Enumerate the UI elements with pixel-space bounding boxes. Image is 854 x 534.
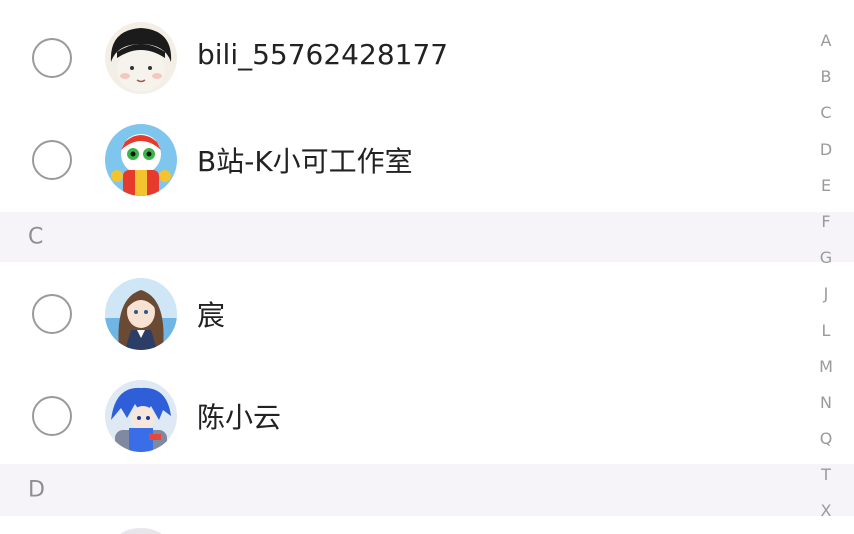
list-item[interactable]: 陈小云 [0,364,854,464]
select-radio[interactable] [32,140,72,180]
index-letter-f[interactable]: F [821,209,830,245]
section-letter: C [28,224,44,250]
list-item-partial[interactable] [0,516,854,534]
section-letter: D [28,477,45,503]
index-letter-a[interactable]: A [821,28,832,64]
contact-name: 陈小云 [197,401,282,434]
index-letter-j[interactable]: J [824,281,829,317]
anime-girl-avatar [105,278,177,350]
mascot-cartoon-avatar [105,124,177,196]
select-radio[interactable] [32,38,72,78]
contact-select-screen: bili_55762428177 B站-K小可工作室 C 宸 陈小云 D A B… [0,0,854,534]
index-letter-g[interactable]: G [820,245,832,281]
contact-name: bili_55762428177 [197,38,449,71]
index-letter-t[interactable]: T [821,462,831,498]
index-letter-x[interactable]: X [821,498,832,534]
index-letter-q[interactable]: Q [820,426,833,462]
contact-list: bili_55762428177 B站-K小可工作室 C 宸 陈小云 D [0,0,854,516]
index-letter-c[interactable]: C [820,100,831,136]
index-letter-e[interactable]: E [821,173,831,209]
index-letter-d[interactable]: D [820,137,832,173]
index-letter-m[interactable]: M [819,354,833,390]
index-letter-n[interactable]: N [820,390,832,426]
select-radio[interactable] [32,294,72,334]
index-letter-b[interactable]: B [821,64,832,100]
contact-name: 宸 [197,299,226,332]
contact-name: B站-K小可工作室 [197,145,413,178]
section-header-c: C [0,212,854,262]
blue-hair-anime-avatar [105,380,177,452]
boy-cartoon-avatar [105,22,177,94]
index-letter-l[interactable]: L [822,318,831,354]
list-item[interactable]: bili_55762428177 [0,0,854,108]
select-radio[interactable] [32,396,72,436]
alphabet-index-bar[interactable]: A B C D E F G J L M N Q T X [816,28,836,534]
list-item[interactable]: B站-K小可工作室 [0,108,854,212]
section-header-d: D [0,464,854,516]
avatar [115,528,167,534]
list-item[interactable]: 宸 [0,262,854,364]
